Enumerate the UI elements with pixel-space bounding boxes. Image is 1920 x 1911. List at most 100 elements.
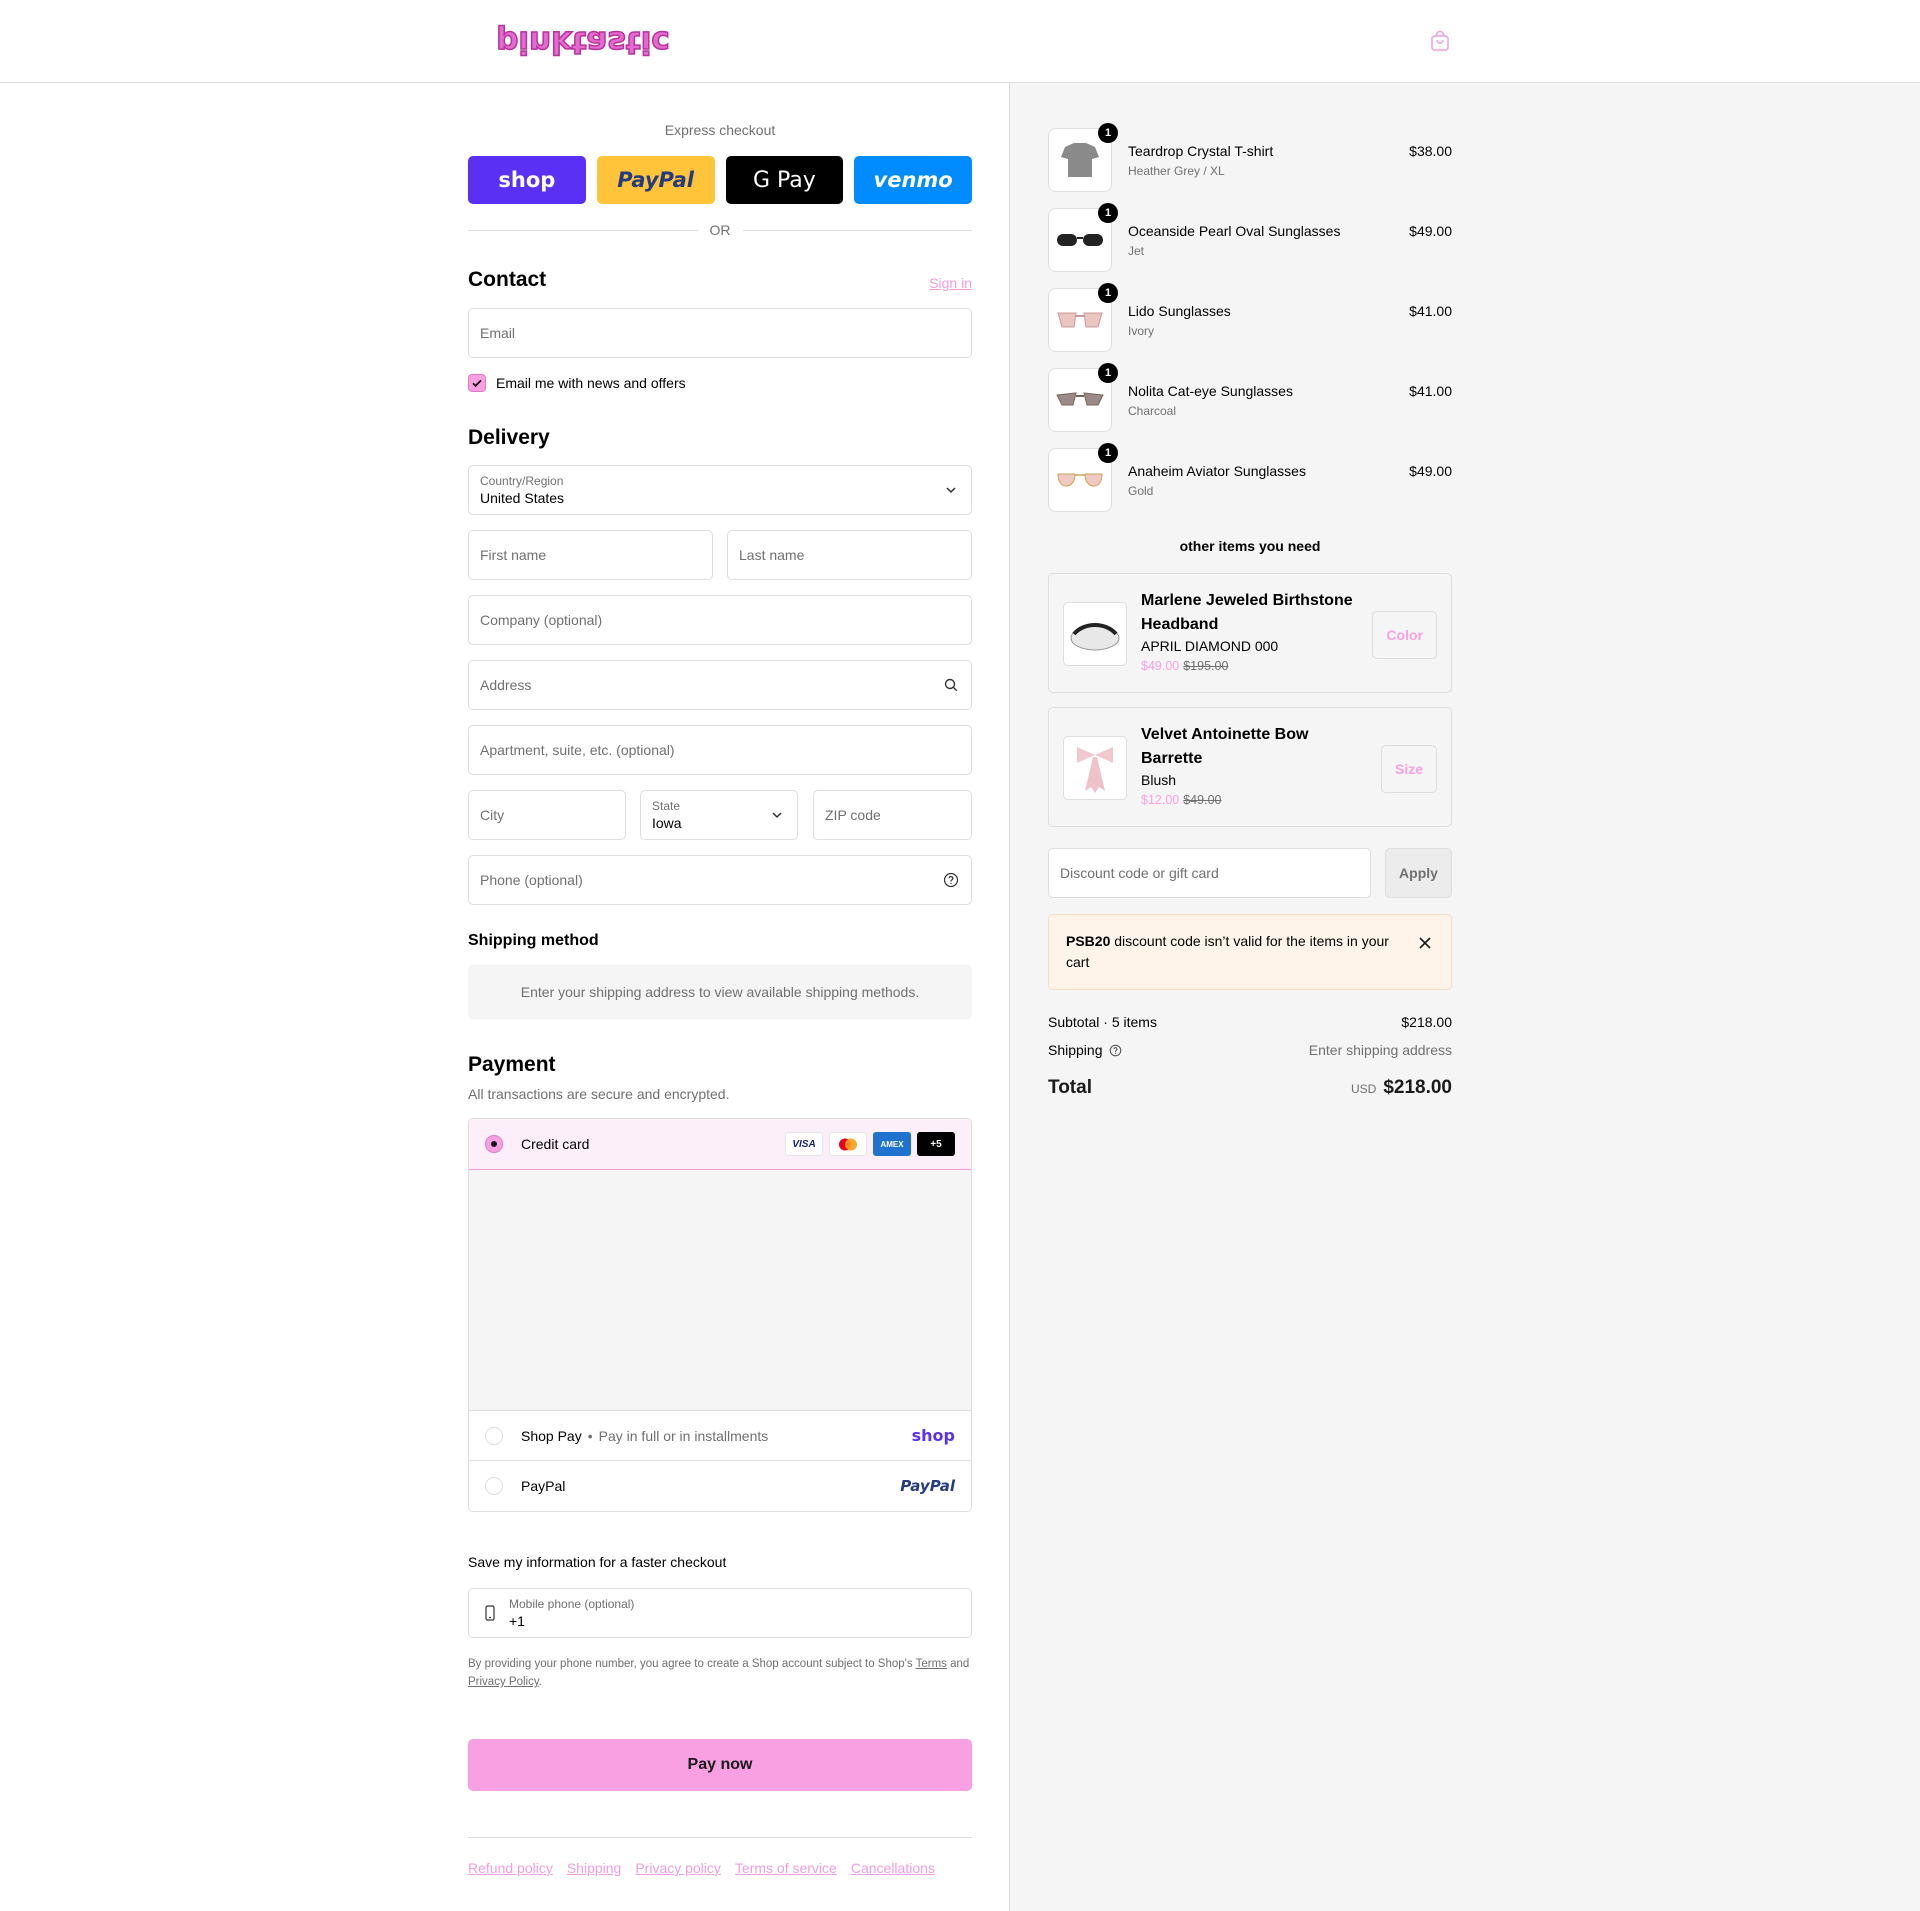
zip-field[interactable]: ZIP code bbox=[813, 790, 972, 840]
credit-card-radio[interactable] bbox=[485, 1135, 503, 1153]
credit-card-fields-panel bbox=[469, 1170, 971, 1411]
country-select[interactable]: Country/Region United States bbox=[468, 465, 972, 515]
express-checkout-label: Express checkout bbox=[664, 122, 776, 138]
privacy-policy-footer-link[interactable]: Privacy policy bbox=[635, 1860, 721, 1876]
product-thumbnail: 1 bbox=[1048, 443, 1118, 512]
item-price: $41.00 bbox=[1409, 383, 1452, 399]
discount-code-input[interactable]: Discount code or gift card bbox=[1048, 848, 1371, 898]
product-thumbnail: 1 bbox=[1048, 123, 1118, 192]
shipping-link[interactable]: Shipping bbox=[567, 1860, 622, 1876]
shipping-method-message: Enter your shipping address to view avai… bbox=[468, 965, 972, 1019]
google-pay-express-button[interactable]: G Pay bbox=[725, 156, 844, 204]
company-field[interactable]: Company (optional) bbox=[468, 595, 972, 645]
help-icon[interactable] bbox=[1109, 1044, 1122, 1057]
chevron-down-icon bbox=[772, 812, 782, 819]
item-variant: Gold bbox=[1128, 484, 1154, 498]
product-thumbnail: 1 bbox=[1048, 283, 1118, 352]
shop-legal-text: By providing your phone number, you agre… bbox=[468, 1658, 970, 1688]
product-thumbnail: 1 bbox=[1048, 203, 1118, 272]
shop-pay-option[interactable]: Shop Pay • Pay in full or in installment… bbox=[469, 1411, 971, 1461]
shop-pay-logo: shop bbox=[911, 1426, 955, 1445]
refund-policy-link[interactable]: Refund policy bbox=[468, 1860, 553, 1876]
paypal-option[interactable]: PayPal PayPal bbox=[469, 1461, 971, 1511]
express-checkout-buttons: shop PayPal G Pay venmo bbox=[468, 156, 972, 204]
item-variant: Heather Grey / XL bbox=[1128, 164, 1225, 178]
footer-divider bbox=[468, 1837, 972, 1838]
item-price: $49.00 bbox=[1409, 463, 1452, 479]
shop-pay-radio[interactable] bbox=[485, 1426, 503, 1445]
apply-discount-button[interactable]: Apply bbox=[1385, 848, 1452, 898]
or-divider: OR bbox=[468, 222, 972, 238]
mobile-phone-icon bbox=[485, 1605, 495, 1621]
last-name-field[interactable]: Last name bbox=[727, 530, 972, 580]
address-field[interactable]: Address bbox=[468, 660, 972, 710]
more-cards-badge: +5 bbox=[917, 1132, 955, 1156]
shipping-method-title: Shipping method bbox=[468, 932, 599, 949]
apartment-field[interactable]: Apartment, suite, etc. (optional) bbox=[468, 725, 972, 775]
discount-code: PSB20 bbox=[1066, 933, 1111, 949]
terms-of-service-link[interactable]: Terms of service bbox=[735, 1860, 837, 1876]
item-name: Anaheim Aviator Sunglasses bbox=[1128, 463, 1306, 479]
item-name: Oceanside Pearl Oval Sunglasses bbox=[1128, 223, 1341, 239]
quantity-badge: 1 bbox=[1098, 283, 1118, 303]
item-name: Nolita Cat-eye Sunglasses bbox=[1128, 383, 1293, 399]
credit-card-option[interactable]: Credit card VISA AMEX +5 bbox=[469, 1119, 971, 1170]
card-brand-badges: VISA AMEX +5 bbox=[785, 1132, 955, 1156]
product-thumbnail: 1 bbox=[1048, 363, 1118, 432]
header: pinktastic bbox=[0, 0, 1920, 83]
amex-icon: AMEX bbox=[873, 1132, 911, 1156]
newsletter-row: Email me with news and offers bbox=[468, 374, 686, 392]
cart-item: 1 Teardrop Crystal T-shirt Heather Grey … bbox=[1048, 123, 1452, 192]
order-summary-background bbox=[1009, 83, 1920, 1911]
paypal-express-button[interactable]: PayPal bbox=[596, 156, 715, 204]
cancellations-link[interactable]: Cancellations bbox=[851, 1860, 935, 1876]
quantity-badge: 1 bbox=[1098, 203, 1118, 223]
total-row: Total USD $218.00 bbox=[1048, 1077, 1452, 1098]
shop-pay-express-button[interactable]: shop bbox=[468, 156, 586, 204]
item-price: $41.00 bbox=[1409, 303, 1452, 319]
discount-warning: PSB20 discount code isn’t valid for the … bbox=[1048, 914, 1452, 990]
upsell-variant: Blush bbox=[1141, 772, 1177, 788]
svg-text:pinktastic: pinktastic bbox=[496, 24, 670, 60]
sign-in-link[interactable]: Sign in bbox=[929, 275, 972, 291]
newsletter-label: Email me with news and offers bbox=[496, 375, 686, 391]
paypal-radio[interactable] bbox=[485, 1477, 503, 1495]
payment-methods: Credit card VISA AMEX +5 Shop Pay • Pay … bbox=[468, 1118, 972, 1512]
store-logo[interactable]: pinktastic bbox=[476, 22, 691, 62]
upsell-size-button[interactable]: Size bbox=[1380, 745, 1437, 793]
visa-icon: VISA bbox=[785, 1132, 823, 1156]
city-field[interactable]: City bbox=[468, 790, 626, 840]
item-price: $49.00 bbox=[1409, 223, 1452, 239]
contact-title: Contact bbox=[468, 268, 547, 291]
upsell-variant: APRIL DIAMOND 000 bbox=[1141, 638, 1279, 654]
chevron-down-icon bbox=[946, 487, 956, 494]
paypal-logo: PayPal bbox=[900, 1477, 955, 1495]
close-icon[interactable] bbox=[1417, 935, 1433, 951]
first-name-field[interactable]: First name bbox=[468, 530, 713, 580]
item-variant: Jet bbox=[1128, 244, 1145, 258]
cart-item: 1 Oceanside Pearl Oval Sunglasses Jet $4… bbox=[1048, 203, 1452, 272]
upsell-name: Velvet Antoinette Bow Barrette bbox=[1141, 726, 1309, 767]
delivery-title: Delivery bbox=[468, 426, 550, 449]
state-select[interactable]: State Iowa bbox=[640, 790, 798, 840]
help-icon[interactable] bbox=[943, 872, 959, 888]
email-field[interactable]: Email bbox=[468, 308, 972, 358]
shipping-row: Shipping Enter shipping address bbox=[1048, 1042, 1452, 1058]
footer-links: Refund policy Shipping Privacy policy Te… bbox=[468, 1860, 935, 1876]
terms-link[interactable]: Terms bbox=[916, 1658, 947, 1670]
mobile-phone-field[interactable]: Mobile phone (optional) +1 bbox=[468, 1588, 972, 1638]
subtotal-row: Subtotal · 5 items $218.00 bbox=[1048, 1014, 1452, 1030]
quantity-badge: 1 bbox=[1098, 443, 1118, 463]
upsell-card: Velvet Antoinette Bow Barrette Blush $12… bbox=[1048, 707, 1452, 827]
newsletter-checkbox[interactable] bbox=[468, 374, 486, 392]
item-price: $38.00 bbox=[1409, 143, 1452, 159]
upsell-color-button[interactable]: Color bbox=[1372, 611, 1437, 659]
shopping-bag-icon[interactable] bbox=[1428, 29, 1452, 53]
venmo-express-button[interactable]: venmo bbox=[854, 156, 972, 204]
pay-now-button[interactable]: Pay now bbox=[468, 1739, 972, 1791]
upsell-price: $49.00 $195.00 bbox=[1141, 659, 1229, 673]
upsell-price: $12.00 $49.00 bbox=[1141, 793, 1222, 807]
privacy-policy-link[interactable]: Privacy Policy bbox=[468, 1676, 539, 1688]
phone-field[interactable]: Phone (optional) bbox=[468, 855, 972, 905]
payment-note: All transactions are secure and encrypte… bbox=[468, 1086, 730, 1102]
